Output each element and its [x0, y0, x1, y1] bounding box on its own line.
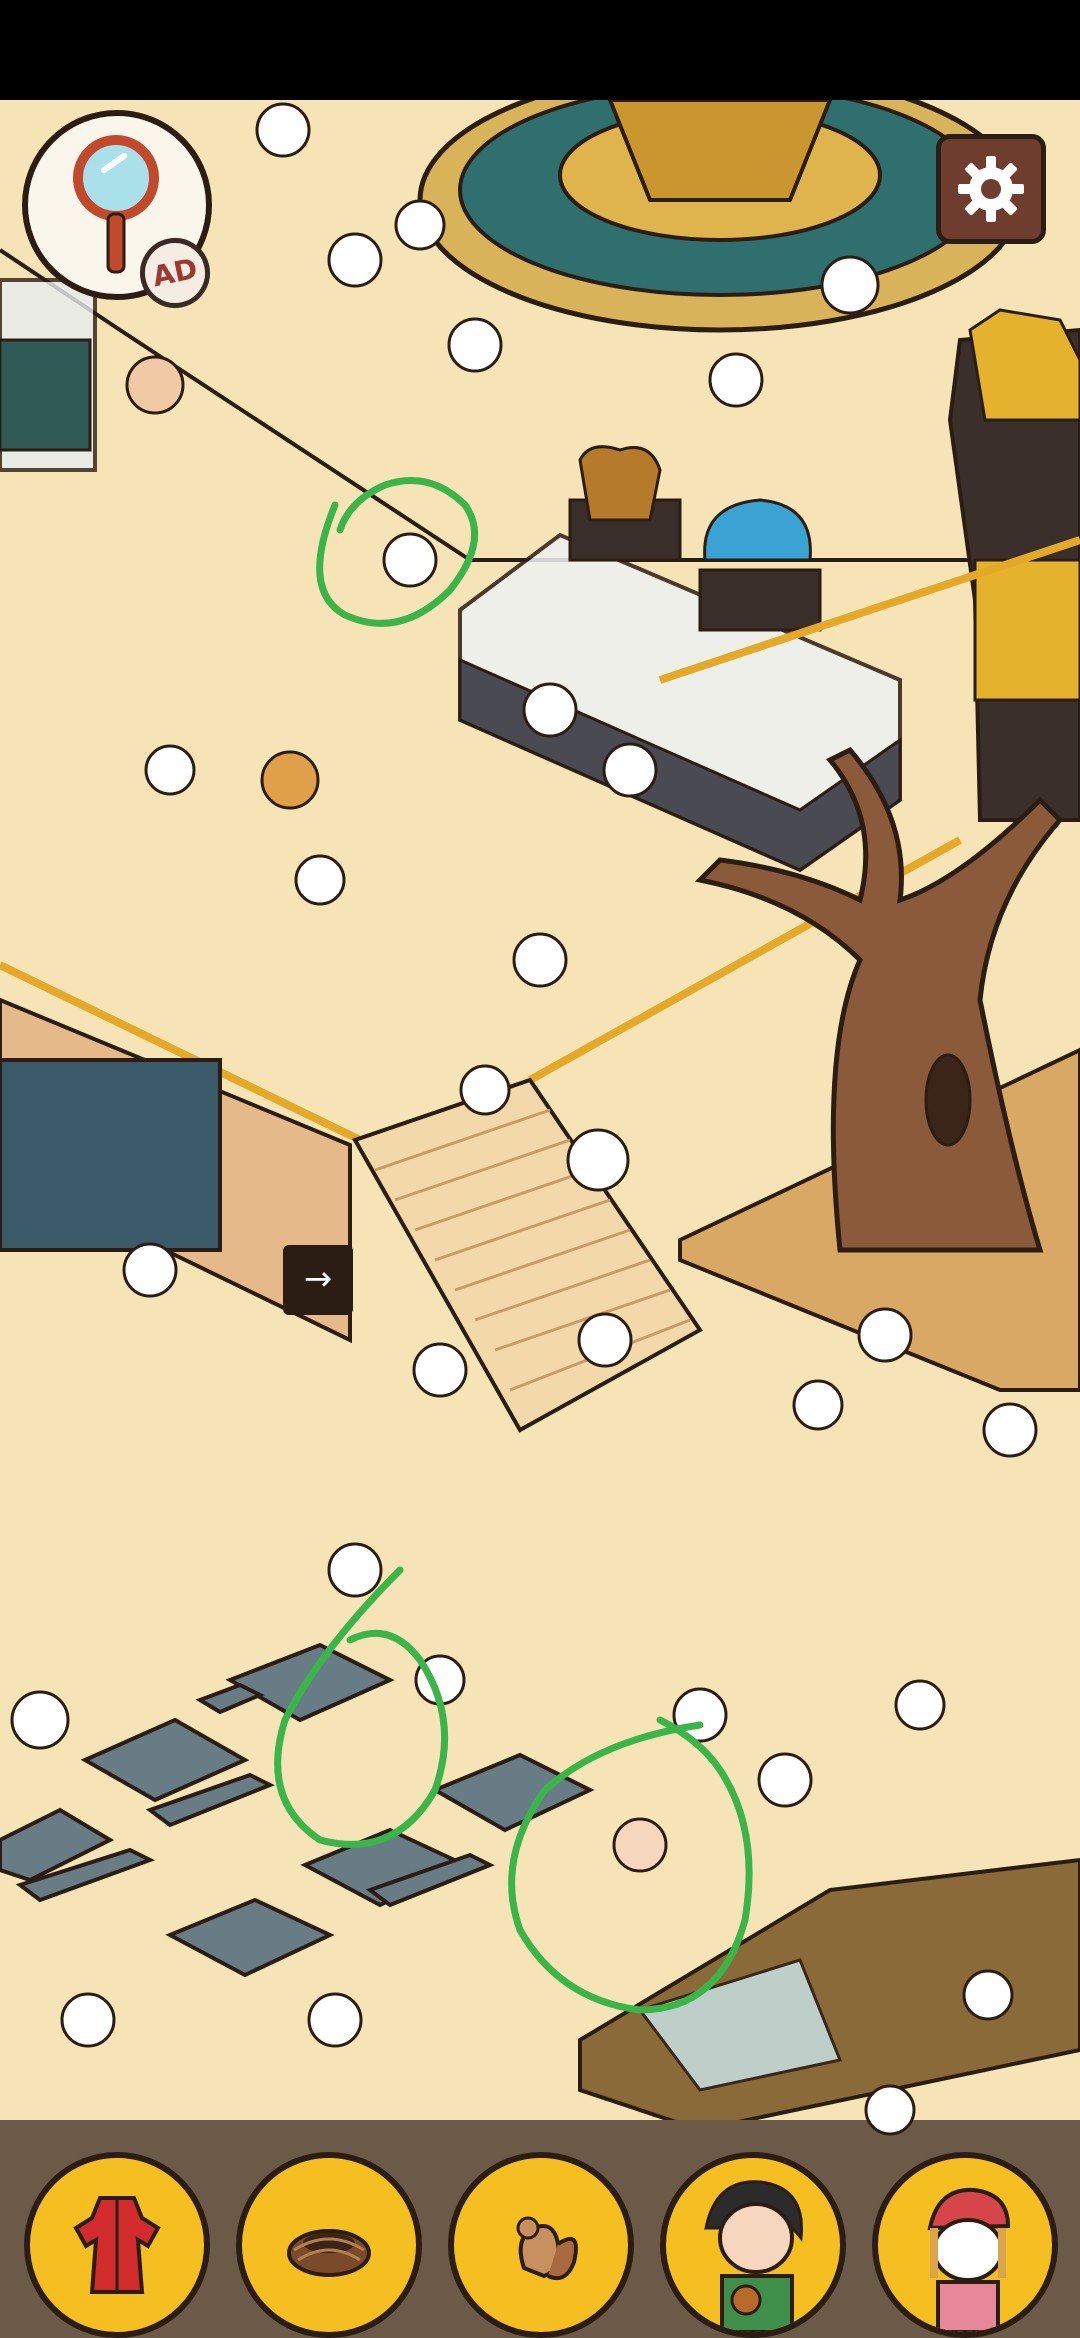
game-scene[interactable]: →: [0, 100, 1080, 2338]
red-dress-icon: [73, 2196, 161, 2294]
svg-text:→: →: [304, 1259, 333, 1299]
target-slot-squirrel[interactable]: [448, 2152, 634, 2338]
status-bar: [0, 0, 1080, 100]
settings-button[interactable]: [936, 134, 1046, 244]
bird-nest-icon: [287, 2229, 371, 2277]
target-slot-bird-nest[interactable]: [236, 2152, 422, 2338]
target-slot-red-cap-girl[interactable]: [872, 2152, 1058, 2338]
gear-icon: [958, 156, 1024, 222]
hiker-character-icon: [704, 2180, 803, 2332]
target-slot-red-dress[interactable]: [24, 2152, 210, 2338]
red-cap-girl-icon: [927, 2187, 1011, 2332]
target-slot-hiker-character[interactable]: [660, 2152, 846, 2338]
museum-scene-art: →: [0, 100, 1080, 2338]
squirrel-icon: [516, 2216, 578, 2281]
